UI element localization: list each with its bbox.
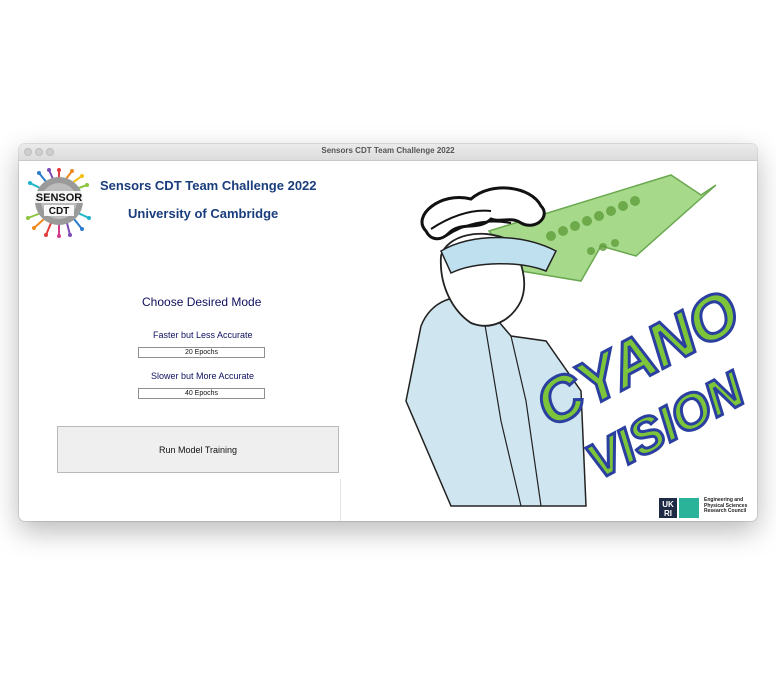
funder-line-3: Research Council xyxy=(704,508,747,514)
logo-text-sensor: SENSOR xyxy=(36,192,83,204)
run-model-training-button[interactable]: Run Model Training xyxy=(57,426,339,473)
ukri-mark-top: UK xyxy=(662,500,674,509)
header-subtitle: University of Cambridge xyxy=(128,206,279,221)
logo-text-cdt: CDT xyxy=(49,206,70,217)
main-content: SENSOR CDT Sensors CDT Team Challenge 20… xyxy=(19,161,757,521)
divider xyxy=(340,479,341,521)
fast-mode-label: Faster but Less Accurate xyxy=(153,330,253,340)
sensor-cdt-logo: SENSOR CDT xyxy=(26,168,92,238)
20-epochs-button[interactable]: 20 Epochs xyxy=(138,347,265,358)
app-window: Sensors CDT Team Challenge 2022 SENSOR C… xyxy=(19,144,757,521)
funder-name: Engineering and Physical Sciences Resear… xyxy=(704,497,747,515)
slow-mode-label: Slower but More Accurate xyxy=(151,371,255,381)
header-title: Sensors CDT Team Challenge 2022 xyxy=(100,178,317,193)
ukri-mark-bottom: RI xyxy=(664,509,672,518)
cyanovision-artwork: CYANO VISION xyxy=(405,174,755,507)
window-title: Sensors CDT Team Challenge 2022 xyxy=(321,146,455,155)
title-bar[interactable]: Sensors CDT Team Challenge 2022 xyxy=(19,144,757,161)
40-epochs-button[interactable]: 40 Epochs xyxy=(138,388,265,399)
mode-heading: Choose Desired Mode xyxy=(142,295,262,309)
